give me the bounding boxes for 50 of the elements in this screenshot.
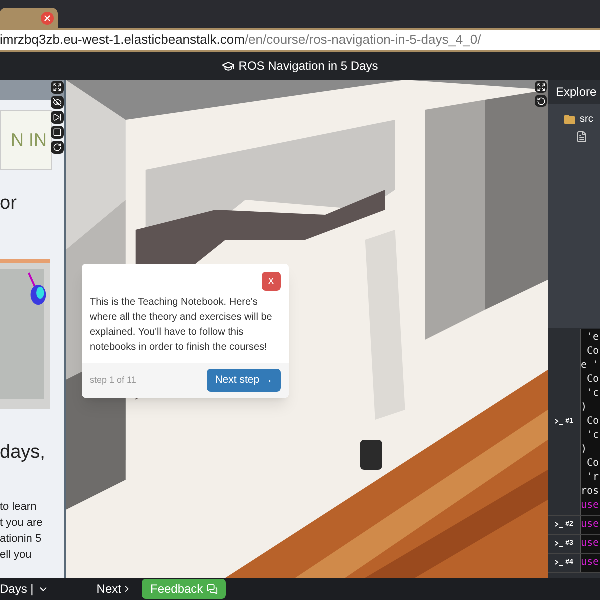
stop-icon[interactable] [51,126,64,139]
terminal-line: ros [581,485,600,499]
explorer-title: Explore [548,80,600,104]
terminal-line: Co [586,415,600,429]
terminal-line: use [581,518,600,532]
fullscreen-icon[interactable] [535,81,547,93]
url-text: imrzbq3zb.eu-west-1.elasticbeanstalk.com/en/course/ros-navigation-in-5-days_4_0/ [0,31,482,50]
notebook-text: ell you [0,548,33,563]
close-button[interactable]: x [262,272,281,290]
terminal-icon [554,419,564,425]
notebook-text: or [0,192,18,216]
graduation-cap-icon [222,60,235,72]
terminal-line: e ' [581,359,600,373]
reset-icon[interactable] [535,95,547,107]
next-step-button[interactable]: Next step → [207,368,281,392]
file-icon[interactable] [576,131,588,143]
terminal-line: Co [586,457,600,471]
tour-text: This is the Teaching Notebook. Here's where all the theory and exercises will be explained. You'll have to follow this notebooks in order to finish the courses! [89,296,274,354]
course-menu[interactable]: Days | [0,580,34,598]
close-icon[interactable] [41,12,54,24]
chat-icon [207,584,218,594]
folder-icon[interactable] [564,114,576,126]
folder-name[interactable]: src [580,112,594,127]
terminal-line: use [581,499,600,513]
terminal-icon [554,541,564,547]
terminal-line: use [581,556,600,570]
terminal-line: ) [581,401,588,415]
next-button[interactable]: Next [96,580,132,598]
terminal-line: 'c [586,387,600,401]
notebook-text: to learn [0,500,38,515]
terminal-line: Co [586,373,600,387]
step-icon[interactable] [51,111,64,124]
step-counter: step 1 of 11 [90,374,136,387]
terminal-line: use [581,537,600,551]
terminal-line: 'e [586,331,600,345]
address-bar[interactable]: imrzbq3zb.eu-west-1.elasticbeanstalk.com/en/course/ros-navigation-in-5-days_4_0/ [0,28,600,52]
hide-icon[interactable] [51,96,64,109]
notebook-heading: N IN [11,128,47,152]
refresh-icon[interactable] [51,141,64,154]
terminal-line: 'r [586,471,600,485]
terminal-line: 'c [586,429,600,443]
notebook-text: t you are [0,516,44,531]
terminal-icon [554,560,564,566]
notebook-text: ationin 5 [0,532,43,547]
terminal-line: ) [581,443,588,457]
notebook-subheading: days, [0,440,46,464]
terminal-line: Co [586,345,600,359]
terminal-icon [554,522,564,528]
course-title: ROS Navigation in 5 Days [238,58,378,75]
fullscreen-icon[interactable] [51,81,64,94]
